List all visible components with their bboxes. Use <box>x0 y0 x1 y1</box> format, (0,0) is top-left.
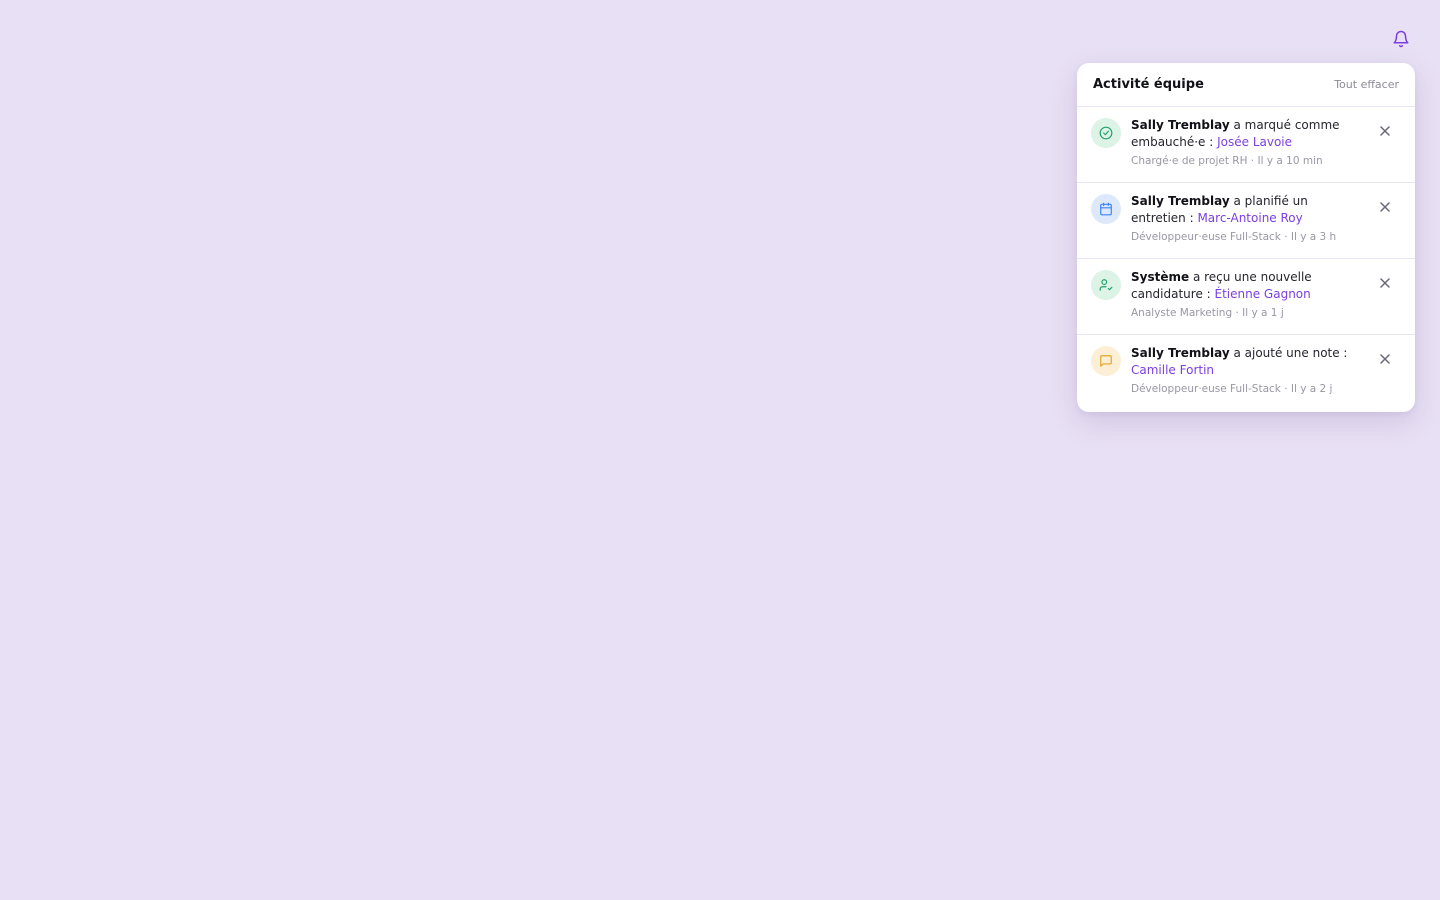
activity-actor: Sally Tremblay <box>1131 194 1230 208</box>
activity-icon-badge <box>1091 194 1121 224</box>
activity-actor: Sally Tremblay <box>1131 346 1230 360</box>
activity-item: Sally Tremblay a ajouté une note : Camil… <box>1077 335 1415 411</box>
activity-body: Système a reçu une nouvelle candidature … <box>1131 269 1361 320</box>
activity-meta: Développeur·euse Full-Stack · Il y a 3 h <box>1131 231 1337 243</box>
activity-text: Sally Tremblay a ajouté une note : Camil… <box>1131 345 1361 379</box>
activity-body: Sally Tremblay a ajouté une note : Camil… <box>1131 345 1361 396</box>
message-square-icon <box>1100 355 1112 367</box>
candidate-link[interactable]: Camille Fortin <box>1131 363 1214 377</box>
activity-body: Sally Tremblay a planifié un entretien :… <box>1131 193 1361 244</box>
user-check-icon <box>1099 279 1113 291</box>
close-icon <box>1380 126 1390 136</box>
activity-body: Sally Tremblay a marqué comme embauché·e… <box>1131 117 1361 168</box>
activity-icon-badge <box>1091 346 1121 376</box>
panel-title: Activité équipe <box>1093 77 1204 92</box>
candidate-link[interactable]: Marc-Antoine Roy <box>1197 211 1302 225</box>
dismiss-button[interactable] <box>1375 121 1395 141</box>
activity-text: Système a reçu une nouvelle candidature … <box>1131 269 1361 303</box>
close-icon <box>1380 354 1390 364</box>
panel-header: Activité équipe Tout effacer <box>1077 63 1415 107</box>
dismiss-button[interactable] <box>1375 197 1395 217</box>
activity-text: Sally Tremblay a planifié un entretien :… <box>1131 193 1361 227</box>
calendar-icon <box>1100 202 1112 216</box>
activity-icon-badge <box>1091 118 1121 148</box>
clear-all-button[interactable]: Tout effacer <box>1334 78 1399 91</box>
dismiss-button[interactable] <box>1375 273 1395 293</box>
close-icon <box>1380 278 1390 288</box>
activity-icon-badge <box>1091 270 1121 300</box>
close-icon <box>1380 202 1390 212</box>
activity-item: Système a reçu une nouvelle candidature … <box>1077 259 1415 335</box>
activity-meta: Développeur·euse Full-Stack · Il y a 2 j <box>1131 383 1333 395</box>
activity-item: Sally Tremblay a planifié un entretien :… <box>1077 183 1415 259</box>
activity-actor: Sally Tremblay <box>1131 118 1230 132</box>
activity-action: a ajouté une note : <box>1229 346 1348 360</box>
activity-meta: Analyste Marketing · Il y a 1 j <box>1131 307 1284 319</box>
dismiss-button[interactable] <box>1375 349 1395 369</box>
activity-item: Sally Tremblay a marqué comme embauché·e… <box>1077 107 1415 183</box>
candidate-link[interactable]: Étienne Gagnon <box>1215 287 1311 301</box>
check-circle-icon <box>1099 126 1113 140</box>
activity-meta: Chargé·e de projet RH · Il y a 10 min <box>1131 155 1323 167</box>
candidate-link[interactable]: Josée Lavoie <box>1217 135 1292 149</box>
bell-icon <box>1393 30 1409 48</box>
activity-actor: Système <box>1131 270 1190 284</box>
activity-text: Sally Tremblay a marqué comme embauché·e… <box>1131 117 1361 151</box>
notifications-bell-button[interactable] <box>1386 24 1416 54</box>
team-activity-panel: Activité équipe Tout effacer Sally Tremb… <box>1077 63 1415 412</box>
